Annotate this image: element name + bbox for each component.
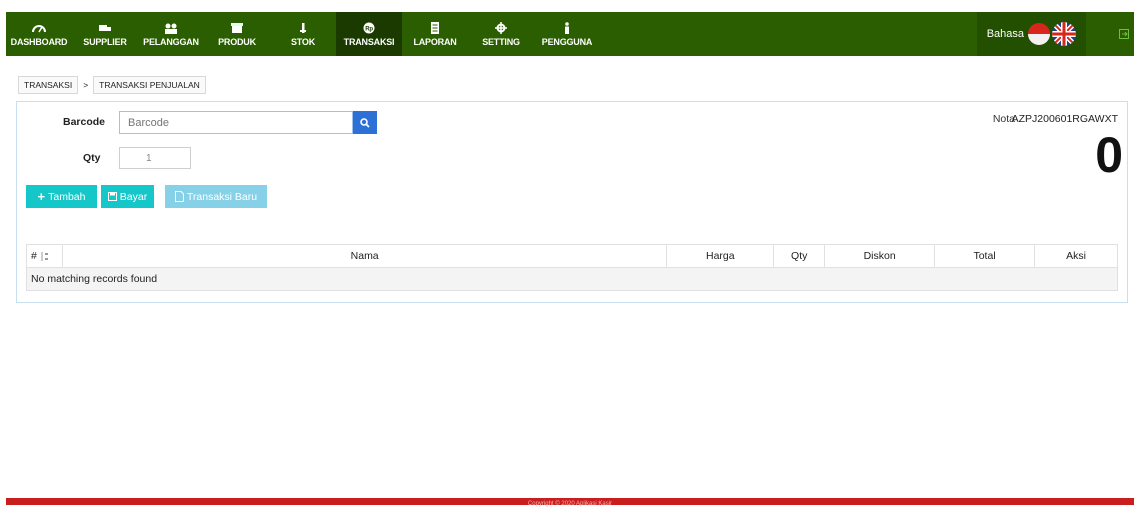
nav-item-laporan[interactable]: LAPORAN <box>402 12 468 56</box>
top-navbar: DASHBOARD SUPPLIER PELANGGAN PRODUK STOK… <box>6 12 1134 56</box>
report-icon <box>431 21 439 34</box>
breadcrumb: TRANSAKSI > TRANSAKSI PENJUALAN <box>18 76 206 94</box>
nav-item-supplier[interactable]: SUPPLIER <box>72 12 138 56</box>
nav-item-pelanggan[interactable]: PELANGGAN <box>138 12 204 56</box>
sales-transaction-panel: Barcode Qty + Tambah Bayar Transaksi Bar… <box>16 101 1128 303</box>
breadcrumb-item-transaksi[interactable]: TRANSAKSI <box>18 76 79 94</box>
nav-label-supplier: SUPPLIER <box>83 36 127 47</box>
dashboard-icon <box>32 24 46 32</box>
column-header-number-label: # <box>31 250 37 262</box>
nav-label-stok: STOK <box>290 36 316 47</box>
truck-icon <box>99 24 111 31</box>
plus-icon: + <box>37 189 46 204</box>
nav-label-pengguna: PENGGUNA <box>541 36 593 47</box>
user-icon <box>565 21 569 34</box>
breadcrumb-item-penjualan: TRANSAKSI PENJUALAN <box>93 76 206 94</box>
box-icon <box>231 22 243 33</box>
column-header-qty[interactable]: Qty <box>773 244 826 268</box>
nota-number: AZPJ200601RGAWXT <box>1011 113 1118 125</box>
language-label: Bahasa <box>986 28 1024 40</box>
footer-copyright: Copyright © 2020 Aplikasi Kasir <box>527 501 613 507</box>
gear-icon <box>495 21 507 34</box>
barcode-search-button[interactable] <box>353 111 377 134</box>
svg-text:Rp: Rp <box>365 26 373 32</box>
column-header-total[interactable]: Total <box>934 244 1036 268</box>
footer: Copyright © 2020 Aplikasi Kasir <box>6 498 1134 507</box>
column-header-aksi: Aksi <box>1034 244 1118 268</box>
navbar-divider <box>1086 12 1114 56</box>
breadcrumb-separator: > <box>83 80 89 90</box>
column-header-harga[interactable]: Harga <box>666 244 775 268</box>
empty-table-message: No matching records found <box>26 267 1118 291</box>
cart-table: # Nama Harga Qty Diskon Total Aksi No ma… <box>26 244 1118 291</box>
barcode-input[interactable] <box>119 111 353 134</box>
column-header-number[interactable]: # <box>26 244 63 268</box>
nav-label-setting: SETTING <box>482 36 520 47</box>
new-transaction-button[interactable]: Transaksi Baru <box>165 185 267 208</box>
nav-item-pengguna[interactable]: PENGGUNA <box>534 12 600 56</box>
column-header-diskon[interactable]: Diskon <box>824 244 936 268</box>
file-icon <box>174 191 184 202</box>
table-row: No matching records found <box>26 267 1118 291</box>
nav-item-transaksi[interactable]: Rp TRANSAKSI <box>336 12 402 56</box>
add-item-button-label: Tambah <box>48 190 86 203</box>
nav-item-stok[interactable]: STOK <box>270 12 336 56</box>
nav-label-produk: PRODUK <box>218 36 256 47</box>
nav-label-laporan: LAPORAN <box>413 36 457 47</box>
stock-icon <box>300 22 306 33</box>
nav-item-produk[interactable]: PRODUK <box>204 12 270 56</box>
logout-button[interactable] <box>1114 12 1134 56</box>
sort-icon <box>41 251 48 261</box>
nav-label-dashboard: DASHBOARD <box>10 36 68 47</box>
uk-flag-icon[interactable] <box>1052 22 1076 46</box>
nav-label-transaksi: TRANSAKSI <box>343 36 395 47</box>
nav-item-setting[interactable]: SETTING <box>468 12 534 56</box>
table-header-row: # Nama Harga Qty Diskon Total Aksi <box>26 244 1118 268</box>
logout-icon <box>1119 29 1129 39</box>
qty-input[interactable] <box>119 147 191 169</box>
pay-button[interactable]: Bayar <box>101 185 154 208</box>
users-icon <box>165 23 177 34</box>
nav-label-pelanggan: PELANGGAN <box>143 36 199 47</box>
add-item-button[interactable]: + Tambah <box>26 185 97 208</box>
language-switcher[interactable]: Bahasa <box>976 12 1086 56</box>
grand-total-display: 0 <box>1095 127 1123 183</box>
nav-item-dashboard[interactable]: DASHBOARD <box>6 12 72 56</box>
new-transaction-button-label: Transaksi Baru <box>186 190 258 203</box>
save-icon <box>107 192 117 201</box>
column-header-nama[interactable]: Nama <box>61 244 668 268</box>
qty-label: Qty <box>83 152 101 164</box>
search-icon <box>360 117 370 128</box>
indonesia-flag-icon[interactable] <box>1028 23 1050 45</box>
pay-button-label: Bayar <box>119 190 148 203</box>
barcode-label: Barcode <box>63 116 106 128</box>
rupiah-icon: Rp <box>363 22 375 33</box>
